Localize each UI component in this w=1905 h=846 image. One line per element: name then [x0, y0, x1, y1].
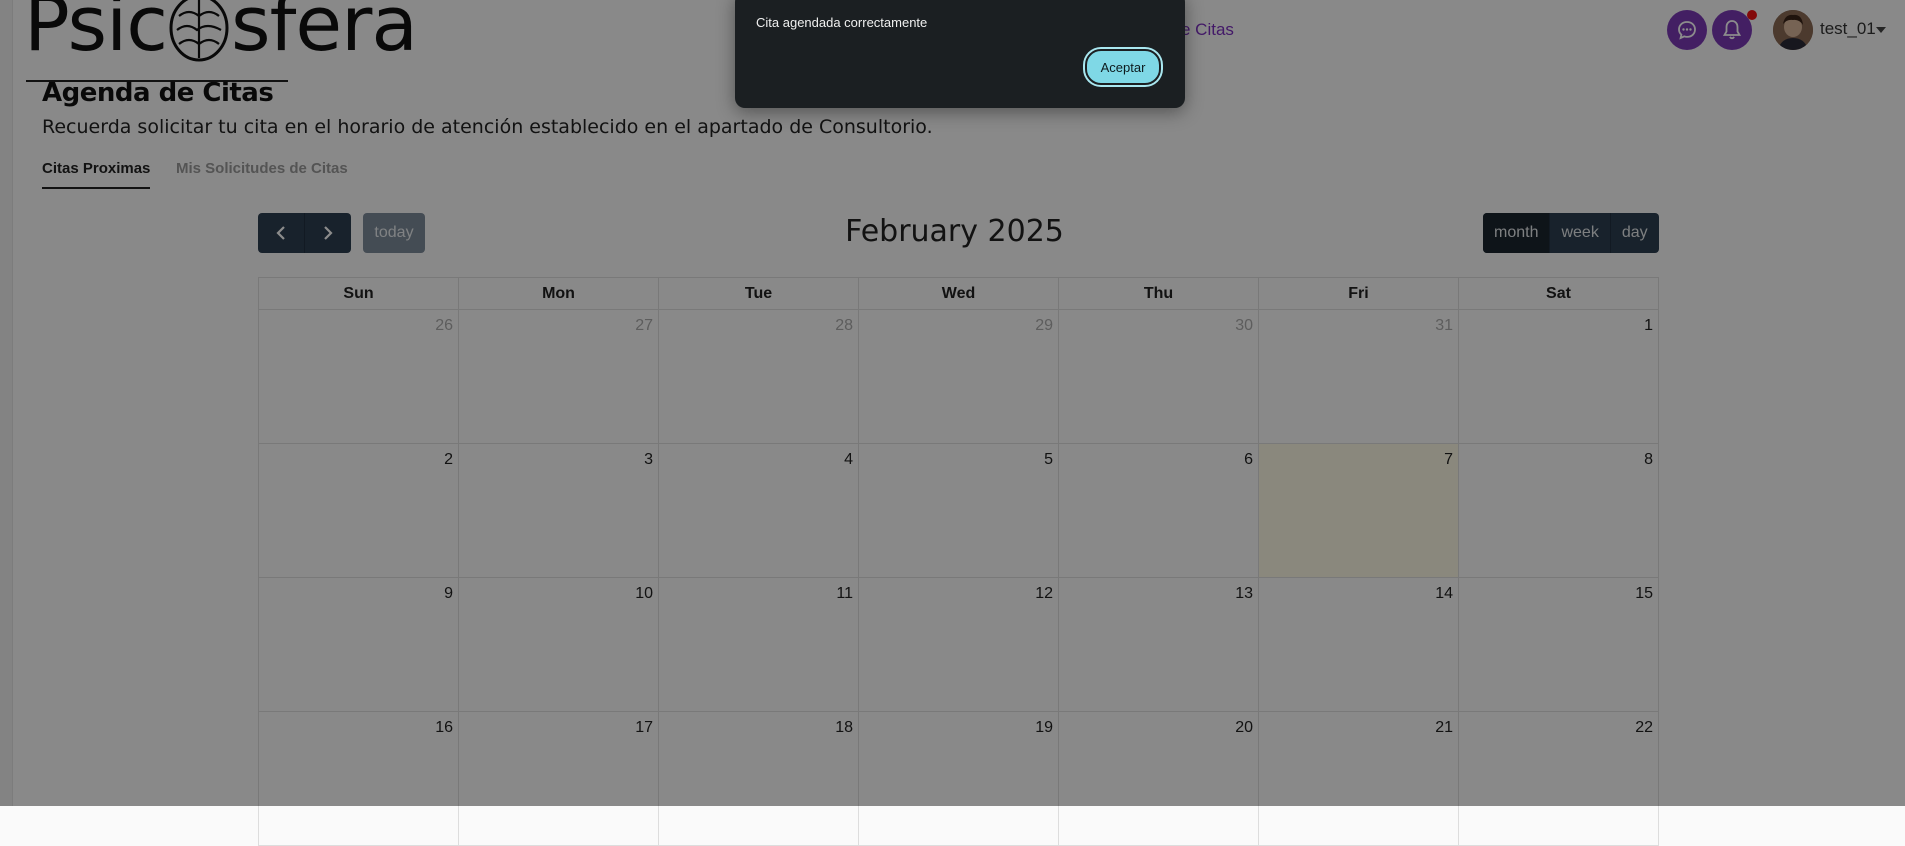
modal-backdrop[interactable] [0, 0, 1905, 806]
success-dialog: Cita agendada correctamente Aceptar [735, 0, 1185, 108]
dialog-message: Cita agendada correctamente [756, 15, 928, 30]
confirm-button[interactable]: Aceptar [1085, 49, 1161, 85]
